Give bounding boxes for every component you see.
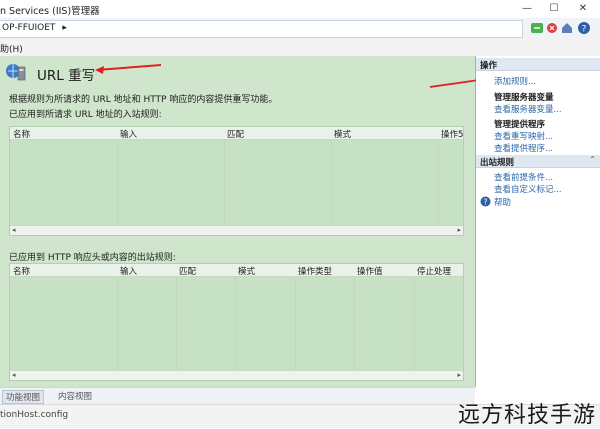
column-header[interactable]: 操作值 [357, 265, 383, 277]
address-bar: OP-FFUIOET ▸ ? [0, 18, 600, 41]
minimize-button[interactable]: — [516, 0, 538, 18]
view-server-vars-link[interactable]: 查看服务器变量... [494, 103, 562, 115]
address-path-text: OP-FFUIOET ▸ [2, 23, 67, 33]
close-button[interactable]: ✕ [572, 0, 594, 18]
add-rule-link[interactable]: 添加规则... [494, 75, 536, 87]
home-icon[interactable] [560, 21, 574, 35]
svg-text:?: ? [582, 25, 587, 35]
menu-help[interactable]: 助(H) [0, 42, 23, 55]
column-header[interactable]: 匹配 [179, 265, 196, 277]
tab-features-view[interactable]: 功能视图 [2, 390, 45, 404]
column-header[interactable]: 模式 [238, 265, 255, 277]
outbound-rules-header: 名称 输入 匹配 模式 操作类型 操作值 停止处理 [10, 264, 463, 277]
tab-content-label: 内容视图 [58, 392, 93, 402]
tab-features-label: 功能视图 [6, 393, 41, 403]
url-rewrite-pane: URL 重写 根据规则为所请求的 URL 地址和 HTTP 响应的内容提供重写功… [0, 56, 476, 387]
maximize-button[interactable]: ☐ [543, 0, 565, 18]
outbound-rules-table[interactable]: 名称 输入 匹配 模式 操作类型 操作值 停止处理 ◂ ▸ [9, 263, 464, 381]
view-custom-tags-link[interactable]: 查看自定义标记... [494, 183, 562, 195]
svg-text:?: ? [483, 198, 487, 207]
column-header[interactable]: 停止处理 [417, 265, 451, 277]
horizontal-scrollbar[interactable]: ◂ ▸ [10, 225, 463, 235]
column-header[interactable]: 输入 [120, 265, 137, 277]
page-title: URL 重写 [37, 68, 96, 84]
outbound-rules-heading: 已应用到 HTTP 响应头或内容的出站规则: [9, 253, 176, 263]
actions-header: 操作 [476, 58, 600, 71]
outbound-rules-header[interactable]: 出站规则 ⌃ [476, 155, 600, 168]
help-link[interactable]: 帮助 [494, 196, 511, 208]
outbound-rules-title: 出站规则 [480, 158, 515, 168]
tab-content-view[interactable]: 内容视图 [58, 390, 92, 402]
page-description: 根据规则为所请求的 URL 地址和 HTTP 响应的内容提供重写功能。 [9, 95, 278, 105]
scroll-right-icon[interactable]: ▸ [457, 371, 461, 379]
column-header[interactable]: 输入 [120, 128, 137, 140]
watermark: 远方科技手游 [457, 403, 596, 428]
address-path[interactable]: OP-FFUIOET ▸ [0, 20, 523, 38]
refresh-icon[interactable] [530, 21, 544, 35]
window-title: n Services (IIS)管理器 [0, 6, 100, 17]
column-header[interactable]: 操作5 [441, 128, 463, 140]
help-icon[interactable]: ? [577, 21, 591, 35]
scroll-right-icon[interactable]: ▸ [457, 226, 461, 234]
view-preconditions-link[interactable]: 查看前提条件... [494, 171, 553, 183]
url-rewrite-icon [5, 62, 27, 82]
actions-title: 操作 [480, 61, 498, 71]
annotation-arrow-title [95, 64, 162, 74]
inbound-rules-header: 名称 输入 匹配 模式 操作5 [10, 127, 463, 140]
scroll-left-icon[interactable]: ◂ [12, 226, 16, 234]
menu-bar: 助(H) [0, 40, 600, 57]
collapse-icon[interactable]: ⌃ [589, 155, 596, 164]
help-icon: ? [480, 196, 491, 207]
inbound-rules-heading: 已应用到所请求 URL 地址的入站规则: [9, 110, 162, 120]
column-header[interactable]: 名称 [13, 128, 30, 140]
stop-icon[interactable] [545, 21, 559, 35]
status-text: tionHost.config [0, 410, 69, 420]
view-rewrite-maps-link[interactable]: 查看重写映射... [494, 130, 553, 142]
chevron-right-icon[interactable]: ▸ [62, 23, 67, 33]
horizontal-scrollbar[interactable]: ◂ ▸ [10, 370, 463, 380]
manage-server-vars-title: 管理服务器变量 [494, 93, 554, 103]
title-bar: n Services (IIS)管理器 — ☐ ✕ [0, 0, 600, 18]
actions-panel: 操作 添加规则... 管理服务器变量 查看服务器变量... 管理提供程序 查看重… [476, 56, 600, 387]
manage-providers-title: 管理提供程序 [494, 120, 546, 130]
column-header[interactable]: 名称 [13, 265, 30, 277]
scroll-left-icon[interactable]: ◂ [12, 371, 16, 379]
view-providers-link[interactable]: 查看提供程序... [494, 142, 553, 154]
column-header[interactable]: 匹配 [227, 128, 244, 140]
inbound-rules-table[interactable]: 名称 输入 匹配 模式 操作5 ◂ ▸ [9, 126, 464, 236]
column-header[interactable]: 操作类型 [298, 265, 332, 277]
view-tabs: 功能视图 内容视图 [0, 387, 475, 405]
column-header[interactable]: 模式 [334, 128, 351, 140]
